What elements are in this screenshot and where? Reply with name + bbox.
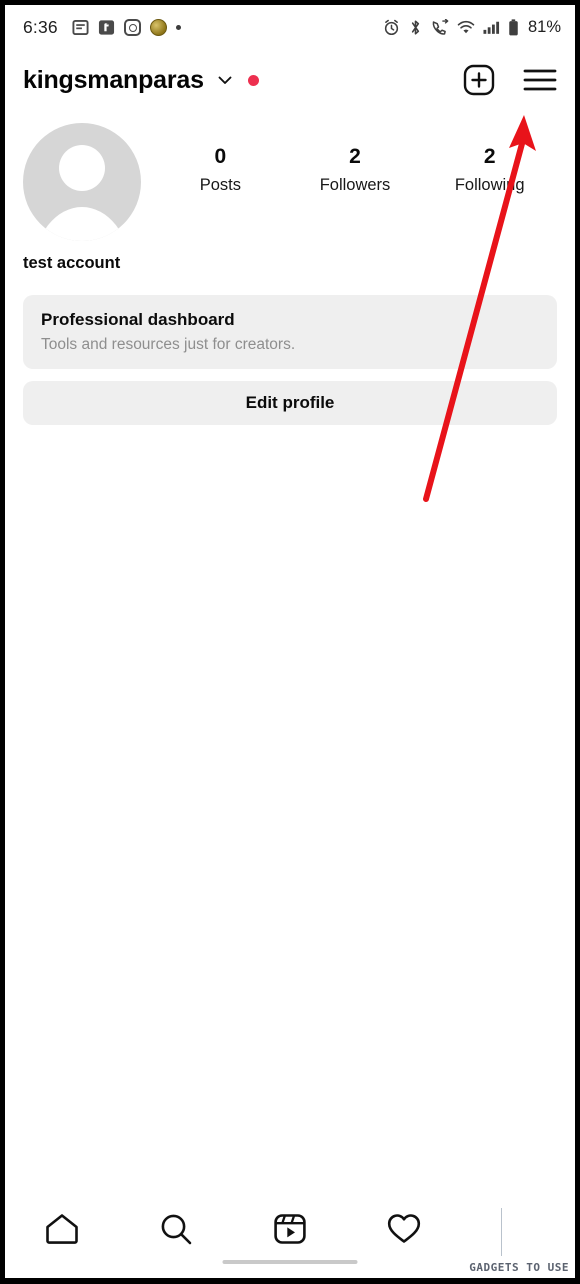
edit-profile-button[interactable]: Edit profile [23, 381, 557, 425]
stat-label: Followers [319, 176, 391, 195]
nav-reels[interactable] [233, 1208, 347, 1254]
home-indicator[interactable] [222, 1260, 358, 1264]
plus-square-icon[interactable] [463, 64, 495, 96]
stat-value: 2 [349, 145, 361, 168]
watermark-divider [501, 1208, 502, 1256]
phone-device-frame: 6:36 81% kingsmanparas test account 0 Po… [0, 0, 580, 1284]
reels-icon [273, 1212, 307, 1251]
cellular-signal-icon [483, 20, 500, 35]
profile-header: test account 0 Posts 2 Followers 2 Follo… [5, 111, 575, 273]
call-forwarding-icon [431, 18, 449, 36]
bluetooth-icon [408, 19, 423, 36]
status-badge [247, 74, 259, 86]
phone-screen: 6:36 81% kingsmanparas test account 0 Po… [5, 5, 575, 1278]
activity-heart-icon [386, 1212, 422, 1250]
avatar-body-shape [34, 207, 130, 241]
stat-label: Following [454, 176, 525, 195]
nav-search[interactable] [119, 1208, 233, 1254]
professional-dashboard-title: Professional dashboard [41, 310, 235, 329]
stat-value: 0 [214, 145, 227, 168]
facebook-messenger-icon [98, 19, 115, 36]
battery-percentage-label: 81% [527, 17, 561, 36]
nav-profile[interactable] [461, 1208, 575, 1254]
profile-action-cards: Professional dashboard Tools and resourc… [5, 273, 575, 425]
nav-activity[interactable] [347, 1208, 461, 1254]
profile-full-name: test account [23, 254, 121, 272]
hamburger-menu-icon[interactable] [523, 65, 557, 95]
gold-app-icon [149, 18, 167, 36]
watermark-label: GADGETS TO USE [469, 1261, 569, 1274]
status-bar-notification-icons [72, 18, 181, 36]
professional-dashboard-card[interactable]: Professional dashboard Tools and resourc… [23, 295, 557, 369]
app-bar-actions [463, 64, 557, 96]
profile-username[interactable]: kingsmanparas [23, 66, 204, 95]
stat-posts[interactable]: 0 Posts [153, 145, 288, 195]
alarm-icon [383, 19, 400, 36]
instagram-icon [123, 18, 141, 36]
status-bar-clock: 6:36 [23, 16, 58, 37]
nav-home[interactable] [5, 1208, 119, 1254]
bottom-navigation-bar: GADGETS TO USE [5, 1194, 575, 1278]
wifi-icon [457, 20, 475, 35]
stat-followers[interactable]: 2 Followers [288, 145, 423, 195]
stat-label: Posts [199, 176, 241, 195]
chevron-down-icon[interactable] [215, 70, 235, 90]
professional-dashboard-subtitle: Tools and resources just for creators. [41, 336, 296, 353]
search-icon [159, 1212, 193, 1251]
status-bar: 6:36 81% [5, 5, 575, 49]
messages-icon [72, 19, 89, 36]
home-icon [44, 1212, 80, 1251]
status-bar-system-icons: 81% [383, 18, 561, 37]
profile-stats: 0 Posts 2 Followers 2 Following [153, 123, 557, 195]
avatar-head-shape [59, 145, 105, 191]
app-bar: kingsmanparas [5, 49, 575, 111]
stat-following[interactable]: 2 Following [422, 145, 557, 195]
more-notifications-dot [175, 24, 181, 30]
stat-value: 2 [483, 145, 496, 168]
default-avatar-icon[interactable] [23, 123, 141, 241]
avatar-block: test account [23, 123, 153, 273]
battery-icon [508, 18, 519, 36]
